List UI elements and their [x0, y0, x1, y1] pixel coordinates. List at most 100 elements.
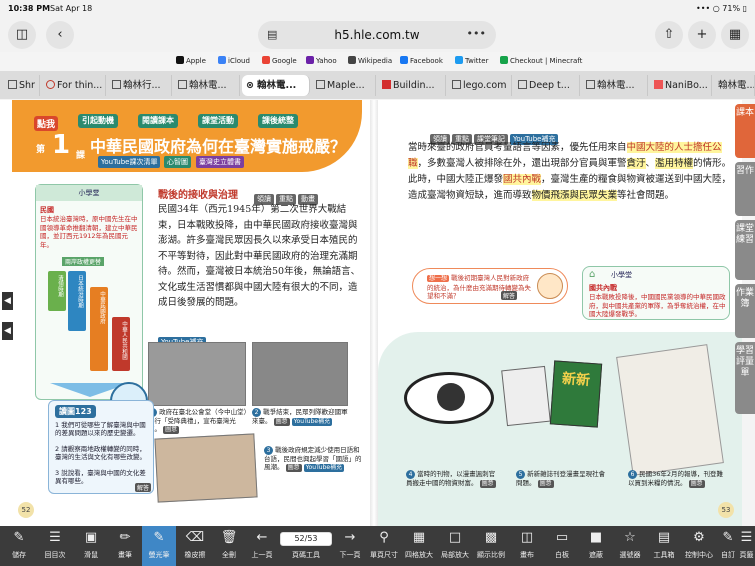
- question-1: 1 我們可從哪些了解臺灣與中國的差異問題以來的歷史變遷。: [55, 421, 146, 437]
- page-number-input[interactable]: 52/53: [280, 532, 332, 546]
- comic-illustration[interactable]: [501, 365, 551, 427]
- mask-icon: ■: [589, 530, 603, 545]
- tab-overview-icon[interactable]: ▦: [721, 21, 749, 49]
- trash-icon: 🗑: [220, 530, 238, 545]
- prev-page-tool[interactable]: ← 上一頁: [246, 526, 278, 566]
- youtube-list-tag[interactable]: YouTube課次清單: [98, 156, 161, 168]
- highlighter-tool[interactable]: ✎ 螢光筆: [142, 526, 176, 566]
- apple-icon: [176, 56, 184, 64]
- toc-tool[interactable]: ☰ 回目次: [38, 526, 72, 566]
- answer-button[interactable]: 解答: [135, 483, 152, 492]
- ebook-spread: 點我 第 1 課 引起動機 閱讀課本 課堂活動 課後統整 中華民國政府為何在臺灣…: [0, 100, 742, 526]
- magazine-title: 新新: [561, 371, 591, 389]
- tab-active[interactable]: ⊗ 翰林電...: [242, 75, 310, 96]
- nav-pill-review[interactable]: 課後統整: [258, 114, 298, 128]
- bookmark-facebook[interactable]: Facebook: [400, 56, 443, 65]
- timeline-bar-label-3: 中華民國政府: [99, 291, 105, 324]
- tab-9[interactable]: Deep t...: [514, 75, 580, 96]
- save-tool[interactable]: ✎ 儲存: [2, 526, 36, 566]
- pen-tool[interactable]: ✏ 畫筆: [110, 526, 140, 566]
- tab-favicon: [46, 80, 55, 89]
- prev-page-arrow[interactable]: ◀: [2, 292, 13, 310]
- display-ratio-tool[interactable]: ▩ 顯示比例: [474, 526, 508, 566]
- lesson-di-label: 第: [36, 145, 46, 155]
- nav-pill-reading[interactable]: 閱讀課本: [138, 114, 178, 128]
- back-icon[interactable]: ‹: [46, 21, 74, 49]
- tab-close-icon[interactable]: ⊗: [246, 80, 254, 91]
- minecraft-icon: [500, 56, 508, 64]
- page-size-tool[interactable]: ⚲ 單頁尺寸: [368, 526, 400, 566]
- number-picker-tool[interactable]: ☆ 選號器: [614, 526, 646, 566]
- tab-10[interactable]: 翰林電...: [582, 75, 648, 96]
- bookmark-apple[interactable]: Apple: [176, 56, 206, 65]
- bookmark-google[interactable]: Google: [262, 56, 297, 65]
- eye-illustration[interactable]: [404, 372, 494, 424]
- bookmark-twitter[interactable]: Twitter: [455, 56, 488, 65]
- nav-pill-motivation[interactable]: 引起動機: [78, 114, 118, 128]
- next-page-tool[interactable]: → 下一頁: [334, 526, 366, 566]
- bookmark-icloud[interactable]: iCloud: [218, 56, 250, 65]
- photo-textbook[interactable]: [154, 433, 258, 503]
- whiteboard-tool[interactable]: ▭ 白板: [546, 526, 578, 566]
- tab-favicon: [452, 80, 461, 89]
- think-question: 想一想 戰後初期臺灣人民對新政府的統治，為什麼由充滿期待轉變為失望和不滿？: [427, 274, 531, 300]
- tab-11[interactable]: NaniBo...: [650, 75, 712, 96]
- side-tab-homework[interactable]: 作業簿: [735, 284, 755, 338]
- new-tab-icon[interactable]: +: [688, 21, 716, 49]
- share-icon[interactable]: ⇧: [655, 21, 683, 49]
- side-tab-assessment[interactable]: 學習評量單: [735, 342, 755, 414]
- bookmark-yahoo[interactable]: Yahoo: [306, 56, 337, 65]
- toolbox-tool[interactable]: ▤ 工具箱: [648, 526, 680, 566]
- newspaper-clipping[interactable]: [616, 344, 724, 476]
- partial-zoom-tool[interactable]: □ 局部放大: [438, 526, 472, 566]
- note-title: 小學堂: [611, 271, 632, 279]
- think-answer-button[interactable]: 解答: [501, 291, 518, 300]
- wikipedia-icon: [348, 56, 356, 64]
- tabs-tool[interactable]: ☰ 頁籤: [738, 526, 755, 566]
- control-center-tool[interactable]: ⚙ 控制中心: [680, 526, 718, 566]
- quad-zoom-tool[interactable]: ▦ 四格放大: [402, 526, 436, 566]
- canvas-tool[interactable]: ◫ 畫布: [510, 526, 544, 566]
- bookmark-wikipedia[interactable]: Wikipedia: [348, 56, 392, 65]
- more-dots-icon[interactable]: •••: [467, 27, 486, 40]
- tab-2[interactable]: For thin...: [42, 75, 106, 96]
- tab-3[interactable]: 翰林行...: [108, 75, 172, 96]
- clear-all-tool[interactable]: 🗑 全刪: [214, 526, 244, 566]
- page-left: 點我 第 1 課 引起動機 閱讀課本 課堂活動 課後統整 中華民國政府為何在臺灣…: [12, 100, 370, 526]
- prev-page-arrow-2[interactable]: ◀: [2, 322, 13, 340]
- side-tab-textbook[interactable]: 課本: [735, 104, 755, 158]
- address-bar[interactable]: ▤ h5.hle.com.tw •••: [258, 21, 496, 49]
- mouse-tool[interactable]: ▣ 滑鼠: [74, 526, 108, 566]
- google-icon: [262, 56, 270, 64]
- eraser-tool[interactable]: ⌫ 橡皮擦: [178, 526, 212, 566]
- tab-8[interactable]: lego.com: [448, 75, 512, 96]
- sidebar-toggle-icon[interactable]: ◫: [8, 21, 36, 49]
- tab-1[interactable]: Shr: [4, 75, 40, 96]
- tab-4[interactable]: 翰林電...: [174, 75, 240, 96]
- info-box-text: 日本統治臺灣時，原中國先生在中國領導革命推翻清朝，建立中華民國，並訂西元1912…: [40, 215, 138, 249]
- tab-6[interactable]: Maple...: [312, 75, 376, 96]
- photo-welcome[interactable]: [252, 342, 348, 406]
- arrow-right-icon: →: [344, 530, 356, 545]
- caption-6: 6 民國36年2月的報導，刊登難以買到米糧的情況。 圖意: [628, 470, 723, 488]
- toc-icon: ☰: [49, 530, 61, 545]
- nav-pill-activity[interactable]: 課堂活動: [198, 114, 238, 128]
- star-icon: ☆: [624, 530, 636, 545]
- side-tab-workbook[interactable]: 習作: [735, 162, 755, 216]
- photo-ceremony[interactable]: [148, 342, 246, 406]
- tab-12[interactable]: 翰林電...: [714, 75, 755, 96]
- popup-book-tag[interactable]: 臺灣史立體書: [196, 156, 244, 168]
- whiteboard-icon: ▭: [555, 530, 569, 545]
- section-body: 民國34年（西元1945年）第二次世界大戰結束，日本戰敗投降，由中華民國政府接收…: [158, 204, 361, 308]
- tab-favicon: [518, 80, 527, 89]
- mask-tool[interactable]: ■ 遮蔽: [580, 526, 612, 566]
- custom-tool[interactable]: ✎ 自訂: [718, 526, 738, 566]
- section-heading: 戰後的接收與治理: [158, 190, 238, 201]
- tab-7[interactable]: Buildin...: [378, 75, 446, 96]
- side-tab-practice[interactable]: 課堂練習: [735, 220, 755, 280]
- caption-3: 3 戰後政府規定減少使用日語和台語，民間也興起學習「國語」的風潮。 圖意 You…: [264, 446, 362, 472]
- mindmap-tag[interactable]: 心智圖: [164, 156, 191, 168]
- bookmark-minecraft[interactable]: Checkout | Minecraft: [500, 56, 582, 65]
- arrow-left-icon: ←: [256, 530, 268, 545]
- magazine-cover[interactable]: 新新: [549, 360, 603, 428]
